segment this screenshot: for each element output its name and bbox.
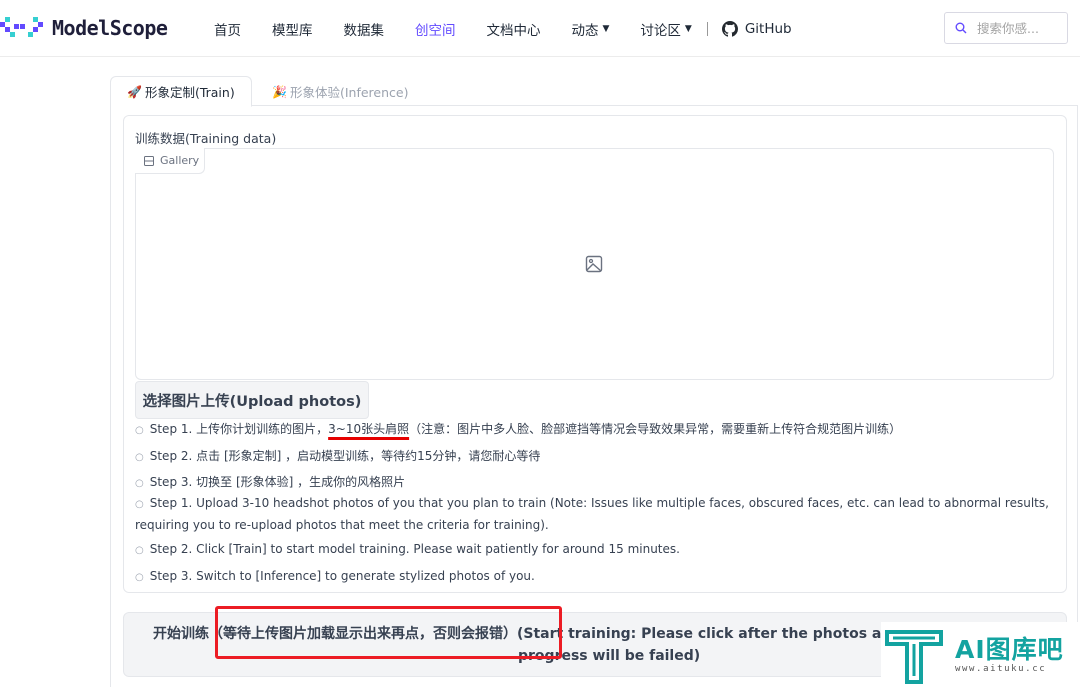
caret-down-icon: ▼ (684, 23, 692, 34)
nav-studios[interactable]: 创空间 (415, 19, 456, 39)
step-cn-1-highlight: 3~10张头肩照 (328, 422, 410, 436)
main-nav: 首页 模型库 数据集 创空间 文档中心 动态 ▼ 讨论区 ▼ GitHub (214, 0, 823, 57)
caret-down-icon: ▼ (602, 23, 610, 34)
gallery-chip-label: Gallery (160, 154, 200, 167)
nav-divider (706, 21, 708, 36)
tab-inference[interactable]: 🎉 形象体验(Inference) (256, 76, 422, 107)
watermark-text: AI图库吧 www.aituku.cc (955, 634, 1064, 674)
tab-inference-label: 形象体验(Inference) (289, 85, 409, 100)
step-en-2: ○ Step 2. Click [Train] to start model tr… (135, 540, 680, 560)
step-cn-2-text: Step 2. 点击 [形象定制] ，启动模型训练，等待约15分钟，请您耐心等待 (149, 449, 541, 463)
search-icon (955, 22, 967, 34)
nav-news-label: 动态 (571, 22, 599, 39)
top-navbar: ModelScope 首页 模型库 数据集 创空间 文档中心 动态 ▼ 讨论区 … (0, 0, 1080, 57)
step-cn-2: ○ Step 2. 点击 [形象定制] ，启动模型训练，等待约15分钟，请您耐心等… (135, 447, 540, 467)
nav-forum-dropdown[interactable]: 讨论区 ▼ (640, 19, 691, 39)
nav-github[interactable]: GitHub (721, 20, 792, 37)
tab-train-label: 形象定制(Train) (144, 85, 235, 100)
gallery-icon (144, 155, 154, 166)
bullet-icon: ○ (135, 452, 144, 463)
search-box[interactable] (944, 12, 1068, 44)
nav-home[interactable]: 首页 (214, 19, 241, 39)
step-en-3-text: Step 3. Switch to [Inference] to generat… (149, 569, 535, 583)
watermark-url: www.aituku.cc (955, 663, 1047, 674)
bullet-icon: ○ (135, 499, 144, 510)
logo-wordmark: ModelScope (52, 16, 168, 40)
modelscope-logo[interactable]: ModelScope (0, 14, 168, 42)
bullet-icon: ○ (135, 572, 144, 583)
step-cn-3-text: Step 3. 切换至 [形象体验] ，生成你的风格照片 (149, 475, 406, 489)
nav-docs[interactable]: 文档中心 (487, 19, 541, 39)
step-en-2-text: Step 2. Click [Train] to start model tra… (149, 542, 680, 556)
nav-github-label: GitHub (744, 20, 792, 37)
watermark: AI图库吧 www.aituku.cc (881, 622, 1080, 687)
nav-news-dropdown[interactable]: 动态 ▼ (572, 19, 610, 39)
step-cn-3: ○ Step 3. 切换至 [形象体验] ，生成你的风格照片 (135, 473, 405, 493)
nav-forum-label: 讨论区 (640, 22, 681, 39)
upload-photos-button[interactable]: 选择图片上传(Upload photos) (135, 381, 369, 419)
bullet-icon: ○ (135, 545, 144, 556)
training-data-label: 训练数据(Training data) (135, 131, 277, 146)
step-en-1-text: Step 1. Upload 3-10 headshot photos of y… (135, 496, 1049, 532)
step-cn-1-suffix: （注意：图片中多人脸、脸部遮挡等情况会导致效果异常，需要重新上传符合规范图片训练… (409, 422, 902, 436)
tab-bar: 🚀 形象定制(Train) 🎉 形象体验(Inference) (110, 76, 1078, 107)
nav-datasets[interactable]: 数据集 (344, 19, 385, 39)
bullet-icon: ○ (135, 425, 144, 436)
step-en-3: ○ Step 3. Switch to [Inference] to genera… (135, 567, 535, 587)
step-cn-1: ○ Step 1. 上传你计划训练的图片，3~10张头肩照（注意：图片中多人脸、脸… (135, 420, 901, 440)
image-placeholder-icon (585, 255, 603, 273)
github-icon (721, 20, 738, 37)
aituku-logo-icon (885, 629, 943, 684)
party-popper-icon: 🎉 (272, 84, 287, 99)
gallery-chip: Gallery (135, 148, 205, 174)
search-input[interactable] (977, 20, 1057, 36)
watermark-title: AI图库吧 (955, 634, 1064, 664)
nav-models[interactable]: 模型库 (272, 19, 313, 39)
annotation-highlight-box (215, 606, 562, 659)
tab-train[interactable]: 🚀 形象定制(Train) (110, 76, 252, 107)
step-cn-1-prefix: Step 1. 上传你计划训练的图片， (149, 422, 329, 436)
modelscope-logo-icon (0, 17, 43, 37)
bullet-icon: ○ (135, 478, 144, 489)
step-en-1: ○ Step 1. Upload 3-10 headshot photos of … (135, 493, 1050, 535)
rocket-icon: 🚀 (127, 84, 142, 99)
